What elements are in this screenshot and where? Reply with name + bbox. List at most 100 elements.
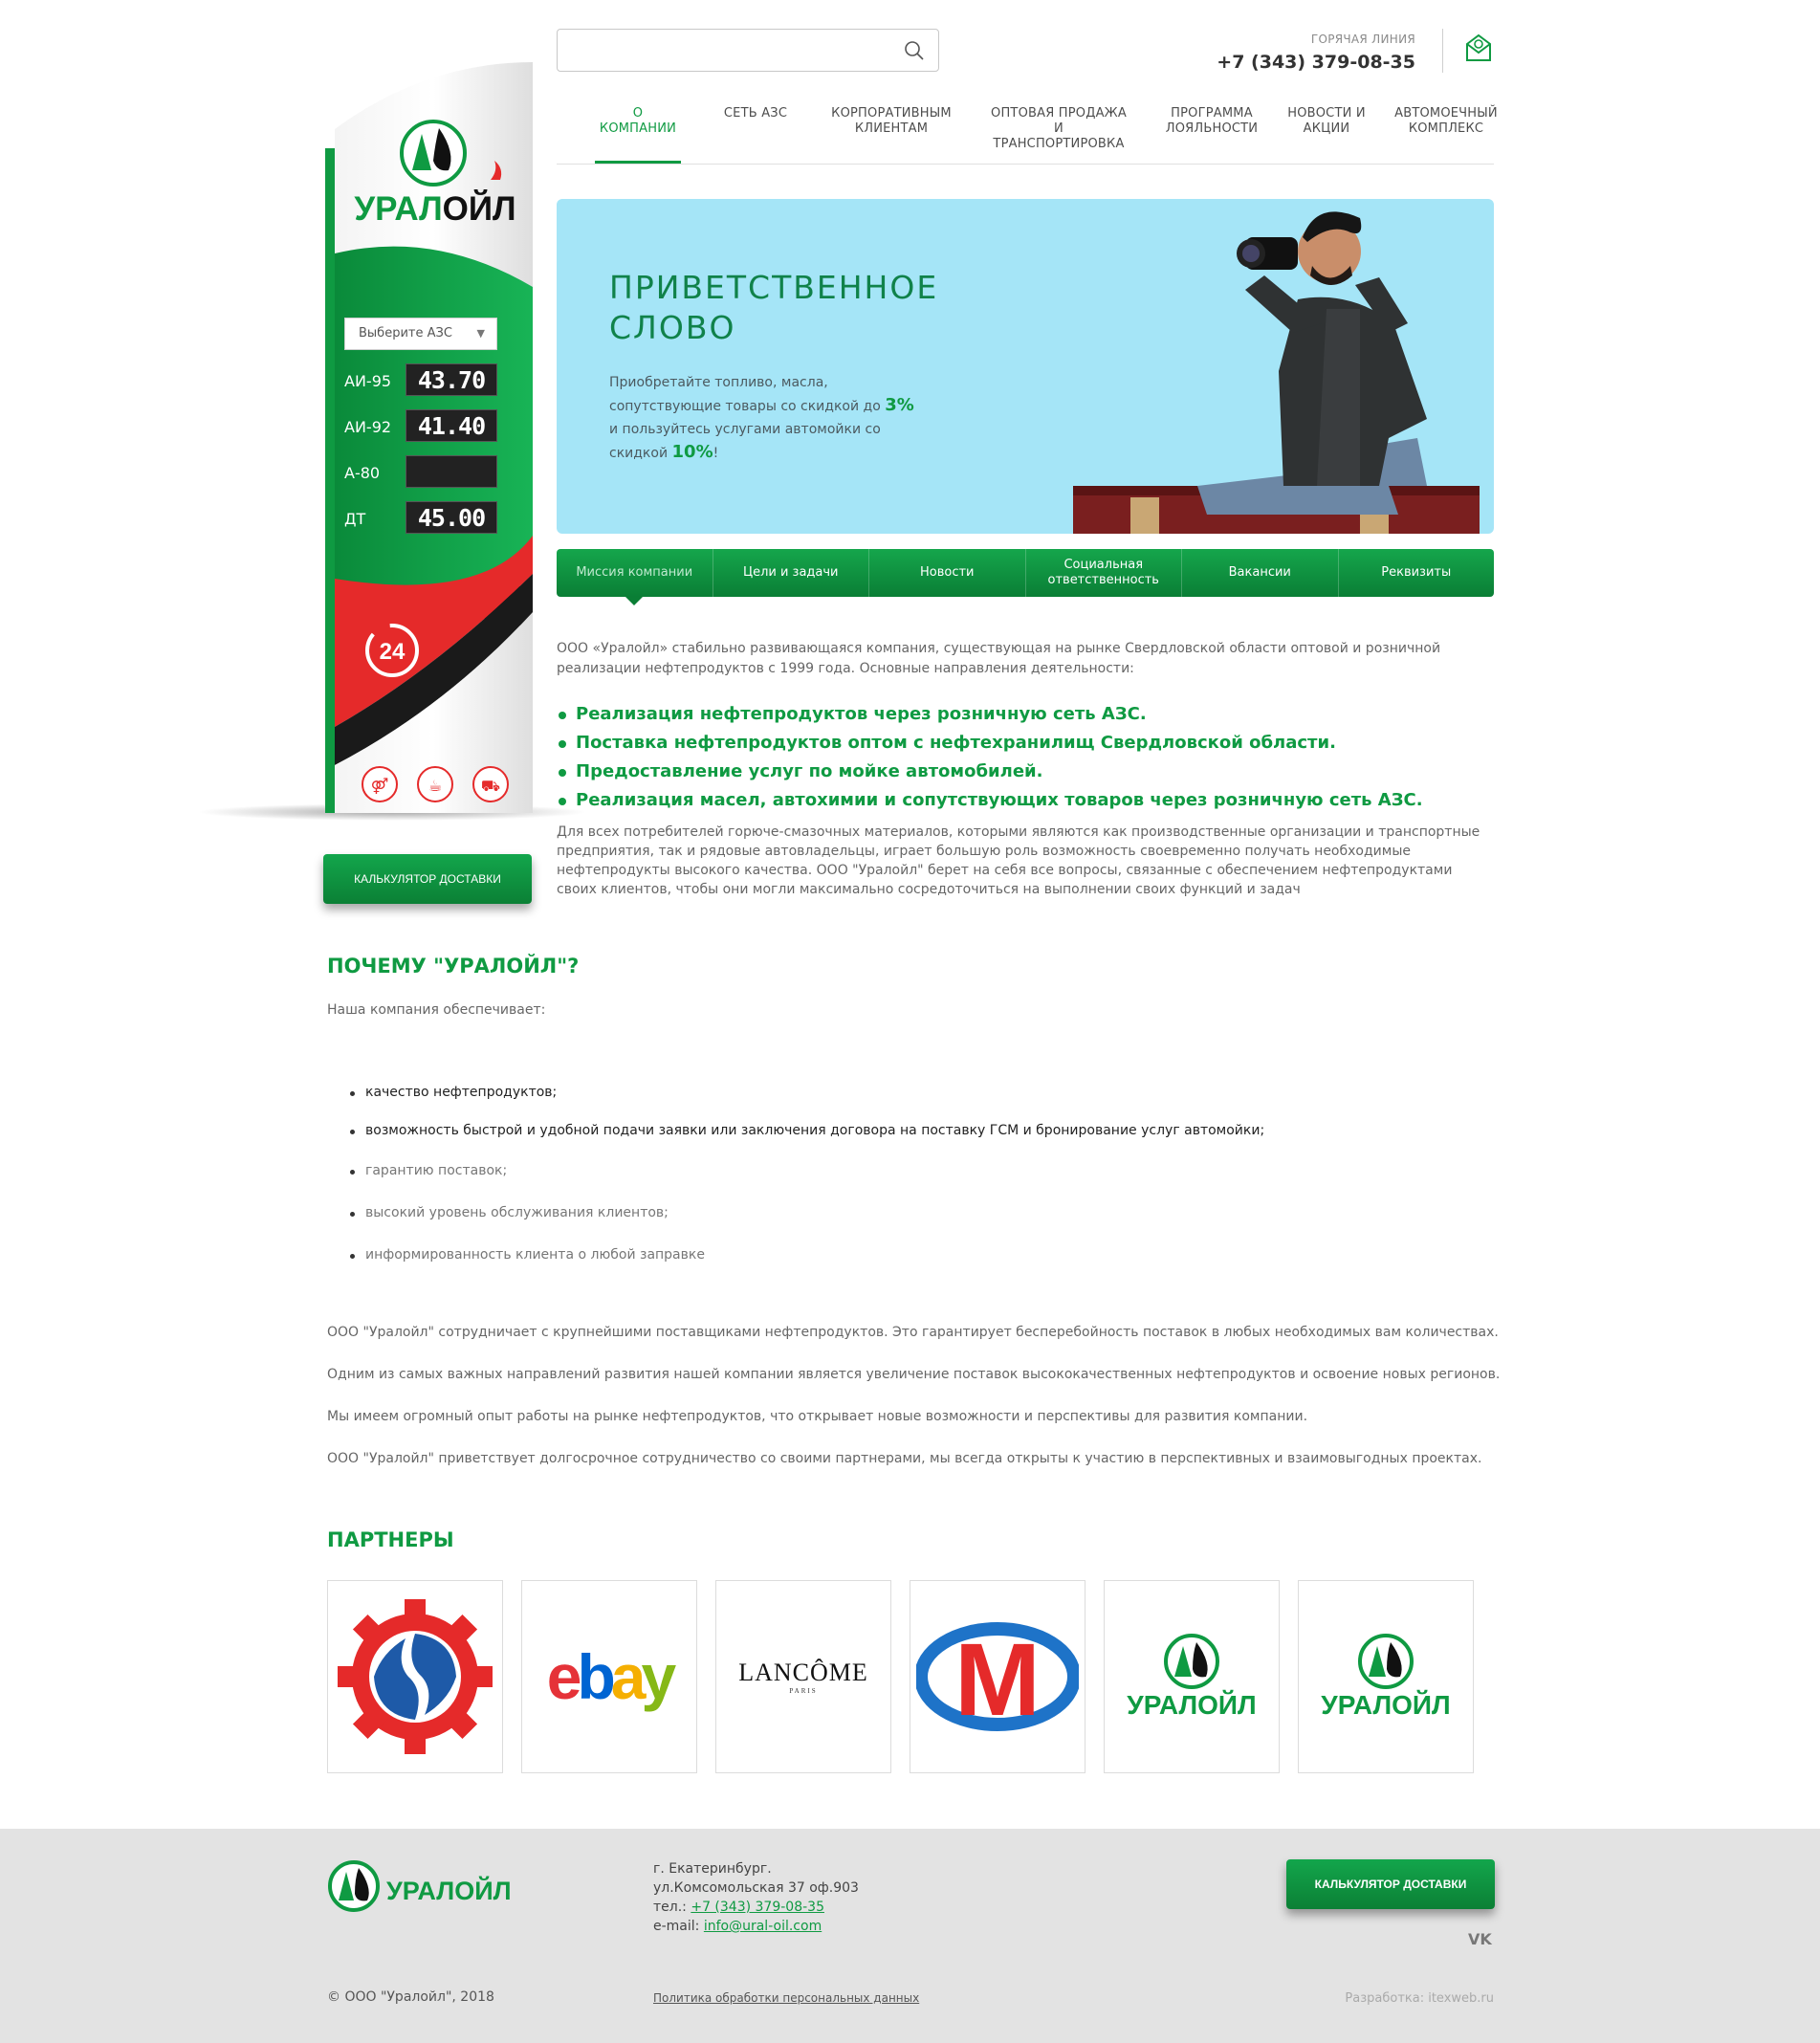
footer-address: г. Екатеринбург. ул.Комсомольская 37 оф.… bbox=[653, 1859, 859, 1936]
fuel-price: 43.70 bbox=[406, 363, 497, 396]
delivery-calculator-button[interactable]: КАЛЬКУЛЯТОР ДОСТАВКИ bbox=[323, 854, 532, 904]
gear-logo-icon bbox=[338, 1599, 493, 1754]
fuel-name: АИ-95 bbox=[344, 372, 392, 390]
why-item: высокий уровень обслуживания клиентов; bbox=[350, 1205, 669, 1220]
mission-item: Поставка нефтепродуктов оптом с нефтехра… bbox=[557, 729, 1475, 758]
mission-item: Реализация нефтепродуктов через розничну… bbox=[557, 700, 1475, 729]
why-item: информированность клиента о любой заправ… bbox=[350, 1247, 705, 1263]
tab-requisites[interactable]: Реквизиты bbox=[1339, 549, 1495, 597]
stela-brand: УРАЛОЙЛ bbox=[354, 189, 515, 228]
main-nav: О КОМПАНИИ СЕТЬ АЗС КОРПОРАТИВНЫМ КЛИЕНТ… bbox=[557, 103, 1498, 165]
nav-item-carwash[interactable]: АВТОМОЕЧНЫЙ КОМПЛЕКС bbox=[1393, 106, 1499, 137]
fuel-row-a80: А-80 bbox=[342, 455, 499, 490]
footer-logo[interactable]: УРАЛОЙЛ bbox=[327, 1859, 528, 1921]
hero-title-line1: ПРИВЕТСТВЕННОЕ bbox=[609, 269, 939, 306]
footer-phone-row: тел.: +7 (343) 379-08-35 bbox=[653, 1898, 859, 1917]
why-paragraph: Мы имеем огромный опыт работы на рынке н… bbox=[327, 1409, 1308, 1424]
food-icon: ☕ bbox=[428, 777, 442, 795]
hero-banner: ПРИВЕТСТВЕННОЕ СЛОВО Приобретайте топлив… bbox=[557, 199, 1494, 534]
nav-item-news[interactable]: НОВОСТИ И АКЦИИ bbox=[1283, 106, 1370, 137]
mission-item: Предоставление услуг по мойке автомобиле… bbox=[557, 758, 1475, 786]
footer-email-label: e-mail: bbox=[653, 1919, 700, 1934]
tab-goals[interactable]: Цели и задачи bbox=[713, 549, 869, 597]
fuel-row-dt: ДТ 45.00 bbox=[342, 501, 499, 536]
lancome-logo-text: LANCÔME bbox=[738, 1659, 868, 1686]
uraloil-emblem-icon bbox=[1164, 1634, 1219, 1689]
uraloil-logo-text: УРАЛОЙЛ bbox=[1127, 1690, 1257, 1720]
vk-icon[interactable]: VK bbox=[1468, 1930, 1492, 1948]
cart-icon: ⛟ bbox=[481, 777, 500, 795]
hero-text-end: ! bbox=[713, 446, 719, 461]
why-paragraph: Одним из самых важных направлений развит… bbox=[327, 1367, 1501, 1382]
hero-discount-2: 10% bbox=[671, 442, 713, 462]
fuel-row-ai92: АИ-92 41.40 bbox=[342, 409, 499, 444]
uraloil-logo-text: УРАЛОЙЛ bbox=[1321, 1690, 1451, 1720]
ebay-logo-text: ebay bbox=[546, 1641, 676, 1712]
fuel-name: ДТ bbox=[344, 510, 366, 528]
partners-title: ПАРТНЕРЫ bbox=[327, 1528, 454, 1551]
azs-select[interactable]: Выберите АЗС ▼ bbox=[344, 318, 497, 350]
hero-title-line2: СЛОВО bbox=[609, 309, 736, 346]
why-item: возможность быстрой и удобной подачи зая… bbox=[350, 1123, 1264, 1138]
mission-item: Реализация масел, автохимии и сопутствую… bbox=[557, 786, 1475, 815]
badge-24h: 24 bbox=[380, 639, 406, 665]
hero-discount-1: 3% bbox=[885, 395, 914, 415]
partner-uraloil-logo-1[interactable]: УРАЛОЙЛ bbox=[1104, 1580, 1280, 1773]
footer-email-row: e-mail: info@ural-oil.com bbox=[653, 1917, 859, 1936]
footer-phone-label: тел.: bbox=[653, 1900, 687, 1915]
about-tabs: Миссия компании Цели и задачи Новости Со… bbox=[557, 549, 1495, 605]
hotline-label: ГОРЯЧАЯ ЛИНИЯ bbox=[1310, 33, 1415, 46]
fuel-stela: УРАЛОЙЛ 24 ⚤ ☕ ⛟ bbox=[325, 62, 533, 813]
why-title: ПОЧЕМУ "УРАЛОЙЛ"? bbox=[327, 955, 580, 978]
developer-credit[interactable]: Разработка: itexweb.ru bbox=[1320, 1991, 1494, 2006]
partner-lancome-logo[interactable]: LANCÔME PARIS bbox=[715, 1580, 891, 1773]
hero-title: ПРИВЕТСТВЕННОЕ СЛОВО bbox=[609, 268, 992, 348]
mission-list: Реализация нефтепродуктов через розничну… bbox=[557, 700, 1475, 815]
header-divider bbox=[1442, 29, 1443, 73]
search-input[interactable] bbox=[558, 30, 883, 71]
fuel-price bbox=[406, 455, 497, 488]
nav-item-wholesale[interactable]: ОПТОВАЯ ПРОДАЖА И ТРАНСПОРТИРОВКА bbox=[987, 106, 1130, 152]
nav-item-corporate[interactable]: КОРПОРАТИВНЫМ КЛИЕНТАМ bbox=[824, 106, 958, 137]
fuel-name: А-80 bbox=[344, 464, 381, 482]
partner-gear-logo[interactable] bbox=[327, 1580, 503, 1773]
nav-item-stations[interactable]: СЕТЬ АЗС bbox=[717, 106, 794, 121]
why-item: гарантию поставок; bbox=[350, 1163, 507, 1178]
why-item: качество нефтепродуктов; bbox=[350, 1085, 557, 1100]
chevron-down-icon: ▼ bbox=[476, 327, 485, 340]
search-icon[interactable] bbox=[904, 40, 925, 65]
mail-icon[interactable] bbox=[1464, 33, 1493, 67]
privacy-policy-link[interactable]: Политика обработки персональных данных bbox=[653, 1991, 919, 2005]
tab-mission[interactable]: Миссия компании bbox=[557, 549, 713, 605]
footer-phone-link[interactable]: +7 (343) 379-08-35 bbox=[691, 1900, 824, 1915]
footer-street: ул.Комсомольская 37 оф.903 bbox=[653, 1880, 859, 1896]
why-intro: Наша компания обеспечивает: bbox=[327, 1002, 546, 1018]
footer-delivery-calculator-button[interactable]: КАЛЬКУЛЯТОР ДОСТАВКИ bbox=[1286, 1859, 1495, 1909]
lancome-logo-subtext: PARIS bbox=[789, 1687, 818, 1695]
search-box[interactable] bbox=[557, 29, 939, 72]
tab-news[interactable]: Новости bbox=[869, 549, 1026, 597]
uraloil-emblem-icon bbox=[1358, 1634, 1414, 1689]
partner-uraloil-logo-2[interactable]: УРАЛОЙЛ bbox=[1298, 1580, 1474, 1773]
metro-logo-letter: M bbox=[954, 1621, 1041, 1734]
azs-select-label: Выберите АЗС bbox=[359, 326, 452, 340]
fuel-name: АИ-92 bbox=[344, 418, 392, 436]
partner-ebay-logo[interactable]: ebay bbox=[521, 1580, 697, 1773]
fuel-row-ai95: АИ-95 43.70 bbox=[342, 363, 499, 398]
footer-brand: УРАЛОЙЛ bbox=[386, 1876, 512, 1905]
nav-item-loyalty[interactable]: ПРОГРАММА ЛОЯЛЬНОСТИ bbox=[1159, 106, 1264, 137]
footer-city: г. Екатеринбург. bbox=[653, 1861, 772, 1877]
mission-body: Для всех потребителей горюче-смазочных м… bbox=[557, 824, 1480, 897]
footer bbox=[0, 1829, 1820, 2043]
mission-intro: ООО «Уралойл» стабильно развивающаяся ко… bbox=[557, 641, 1441, 676]
fuel-price: 45.00 bbox=[406, 501, 497, 534]
partner-metro-logo[interactable]: M bbox=[910, 1580, 1085, 1773]
why-paragraph: ООО "Уралойл" сотрудничает с крупнейшими… bbox=[327, 1325, 1499, 1340]
copyright: © ООО "Уралойл", 2018 bbox=[327, 1989, 494, 2005]
footer-email-link[interactable]: info@ural-oil.com bbox=[704, 1919, 822, 1934]
nav-item-about[interactable]: О КОМПАНИИ bbox=[595, 106, 681, 137]
hotline-phone[interactable]: +7 (343) 379-08-35 bbox=[1195, 52, 1415, 73]
tab-social[interactable]: Социальная ответственность bbox=[1026, 549, 1182, 597]
hero-text-part2: и пользуйтесь услугами автомойки со скид… bbox=[609, 422, 881, 461]
tab-vacancies[interactable]: Вакансии bbox=[1182, 549, 1339, 597]
